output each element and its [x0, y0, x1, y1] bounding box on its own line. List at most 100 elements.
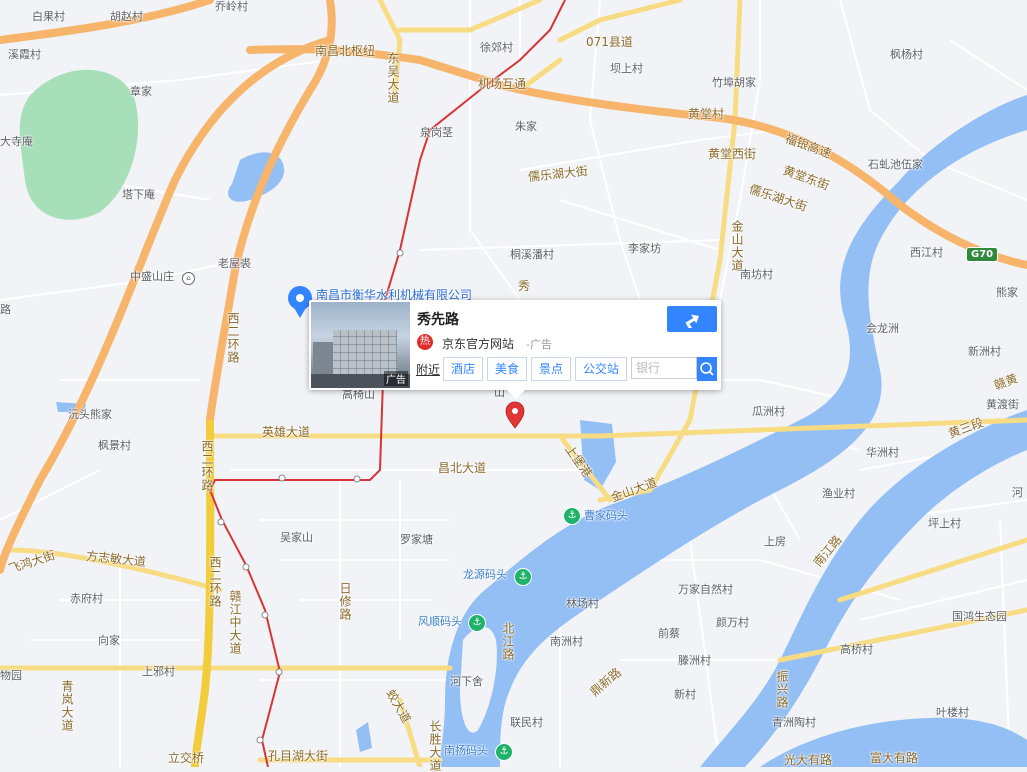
place-label[interactable]: 溪霞村	[8, 48, 41, 61]
place-label[interactable]: 乔岭村	[215, 0, 248, 13]
road-label[interactable]: 秀	[518, 280, 530, 293]
place-label[interactable]: 塔下庵	[122, 188, 155, 201]
road-label[interactable]: 青岚大道	[60, 680, 74, 732]
place-label[interactable]: 河下舍	[450, 675, 483, 688]
place-label[interactable]: 坝上村	[610, 62, 643, 75]
interchange-label[interactable]: 南昌北枢纽	[315, 45, 375, 58]
metro-station[interactable]	[396, 249, 404, 257]
dock-icon[interactable]: ⚓	[563, 507, 581, 525]
place-label[interactable]: 向家	[98, 634, 120, 647]
route-button[interactable]	[667, 306, 717, 332]
nearby-search-input[interactable]	[631, 357, 697, 379]
place-photo[interactable]: 广告	[311, 302, 410, 388]
road-label[interactable]: 孔目湖大街	[268, 750, 328, 763]
poi-label[interactable]: 曹家码头	[584, 509, 628, 522]
place-label[interactable]: 高桥村	[840, 643, 873, 656]
metro-station[interactable]	[278, 474, 286, 482]
place-label[interactable]: 石虬池伍家	[868, 158, 923, 171]
place-label[interactable]: 渔业村	[822, 487, 855, 500]
place-label[interactable]: 国鸿生态园	[952, 610, 1007, 623]
place-label[interactable]: 上房	[764, 535, 786, 548]
road-label[interactable]: 光大有路	[784, 754, 832, 767]
place-label[interactable]: 熊家	[996, 286, 1018, 299]
road-label[interactable]: 日修路	[338, 582, 352, 621]
road-label[interactable]: 金山大道	[730, 220, 744, 272]
place-label[interactable]: 南洲村	[550, 635, 583, 648]
road-label[interactable]: 富大有路	[870, 752, 918, 765]
place-label[interactable]: 前蔡	[658, 627, 680, 640]
location-info-popup[interactable]: 广告 秀先路 热 京东官方网站 -广告 附近 酒店 美食 景点 公交站	[309, 300, 721, 399]
place-label[interactable]: 南坊村	[740, 268, 773, 281]
place-label[interactable]: 黄堂村	[688, 108, 724, 121]
place-label[interactable]: 瓜洲村	[752, 405, 785, 418]
search-button[interactable]	[697, 357, 717, 381]
place-label[interactable]: 章家	[130, 85, 152, 98]
place-label[interactable]: 竹埠胡家	[712, 76, 756, 89]
place-label[interactable]: 颜万村	[716, 616, 749, 629]
place-label[interactable]: 胡赵村	[110, 10, 143, 23]
dock-icon[interactable]: ⚓	[514, 568, 532, 586]
metro-station[interactable]	[275, 668, 283, 676]
place-label[interactable]: 罗家塘	[400, 533, 433, 546]
place-label[interactable]: 新村	[674, 688, 696, 701]
place-label[interactable]: 联民村	[510, 716, 543, 729]
place-label[interactable]: 赤府村	[70, 592, 103, 605]
category-hotel-button[interactable]: 酒店	[443, 357, 483, 381]
place-label[interactable]: 朱家	[515, 120, 537, 133]
road-label[interactable]: 昌北大道	[438, 462, 486, 475]
road-label[interactable]: 立交桥	[168, 752, 204, 765]
road-label[interactable]: 赣江中大道	[228, 590, 242, 655]
place-label[interactable]: 徐郊村	[480, 41, 513, 54]
place-label[interactable]: 林场村	[566, 597, 599, 610]
poi-label[interactable]: 南扬码头	[444, 744, 488, 757]
place-label[interactable]: 新洲村	[968, 345, 1001, 358]
place-label[interactable]: 白果村	[32, 10, 65, 23]
place-label[interactable]: 华洲村	[866, 446, 899, 459]
category-food-button[interactable]: 美食	[487, 357, 527, 381]
road-label[interactable]: 英雄大道	[262, 426, 310, 439]
nearby-label[interactable]: 附近	[416, 361, 440, 378]
place-label[interactable]: 上邪村	[142, 665, 175, 678]
dock-icon[interactable]: ⚓	[495, 743, 513, 761]
metro-station[interactable]	[217, 518, 225, 526]
metro-station[interactable]	[261, 611, 269, 619]
dock-icon[interactable]: ⚓	[468, 614, 486, 632]
road-label[interactable]: 振兴路	[775, 670, 789, 709]
category-scenic-button[interactable]: 景点	[531, 357, 571, 381]
poi-label[interactable]: 龙源码头	[463, 568, 507, 581]
place-label[interactable]: 西江村	[910, 246, 943, 259]
road-label[interactable]: 北江路	[501, 622, 515, 661]
road-label[interactable]: 长胜大道	[428, 720, 442, 772]
place-label[interactable]: 黄渡街	[986, 398, 1019, 411]
place-label[interactable]: 李家坊	[628, 242, 661, 255]
place-label[interactable]: 泉岗茎	[420, 126, 453, 139]
place-label[interactable]: 大寺庵	[0, 135, 33, 148]
place-label[interactable]: 老屋裘	[218, 257, 251, 270]
place-label[interactable]: 会龙洲	[866, 322, 899, 335]
place-label[interactable]: 万家自然村	[678, 583, 733, 596]
place-label[interactable]: 中盛山庄	[130, 270, 174, 283]
place-label[interactable]: 叶楼村	[936, 706, 969, 719]
road-label[interactable]: 071县道	[586, 36, 633, 49]
place-label[interactable]: 沅头熊家	[68, 408, 112, 421]
place-label[interactable]: 青洲陶村	[772, 716, 816, 729]
category-bus-stop-button[interactable]: 公交站	[575, 357, 627, 381]
place-label[interactable]: 枫景村	[98, 439, 131, 452]
road-label[interactable]: 西二环路	[200, 440, 214, 492]
place-label[interactable]: 桐溪潘村	[510, 248, 554, 261]
road-label[interactable]: 西二环路	[226, 312, 240, 364]
poi-label[interactable]: 风顺码头	[418, 615, 462, 628]
road-label[interactable]: 黄堂西街	[708, 148, 756, 161]
place-label[interactable]: 滕洲村	[678, 654, 711, 667]
place-label[interactable]: 吴家山	[280, 531, 313, 544]
metro-station[interactable]	[242, 563, 250, 571]
place-label[interactable]: 路	[0, 303, 11, 316]
place-label[interactable]: 河	[1012, 486, 1023, 499]
road-label[interactable]: 东吴大道	[386, 52, 400, 104]
ad-link[interactable]: 京东官方网站	[442, 335, 514, 352]
road-label[interactable]: 西二环路	[208, 556, 222, 608]
place-label[interactable]: 物园	[0, 669, 22, 682]
interchange-label[interactable]: 机场互通	[478, 78, 526, 91]
place-label[interactable]: 坪上村	[928, 517, 961, 530]
metro-station[interactable]	[256, 736, 264, 744]
